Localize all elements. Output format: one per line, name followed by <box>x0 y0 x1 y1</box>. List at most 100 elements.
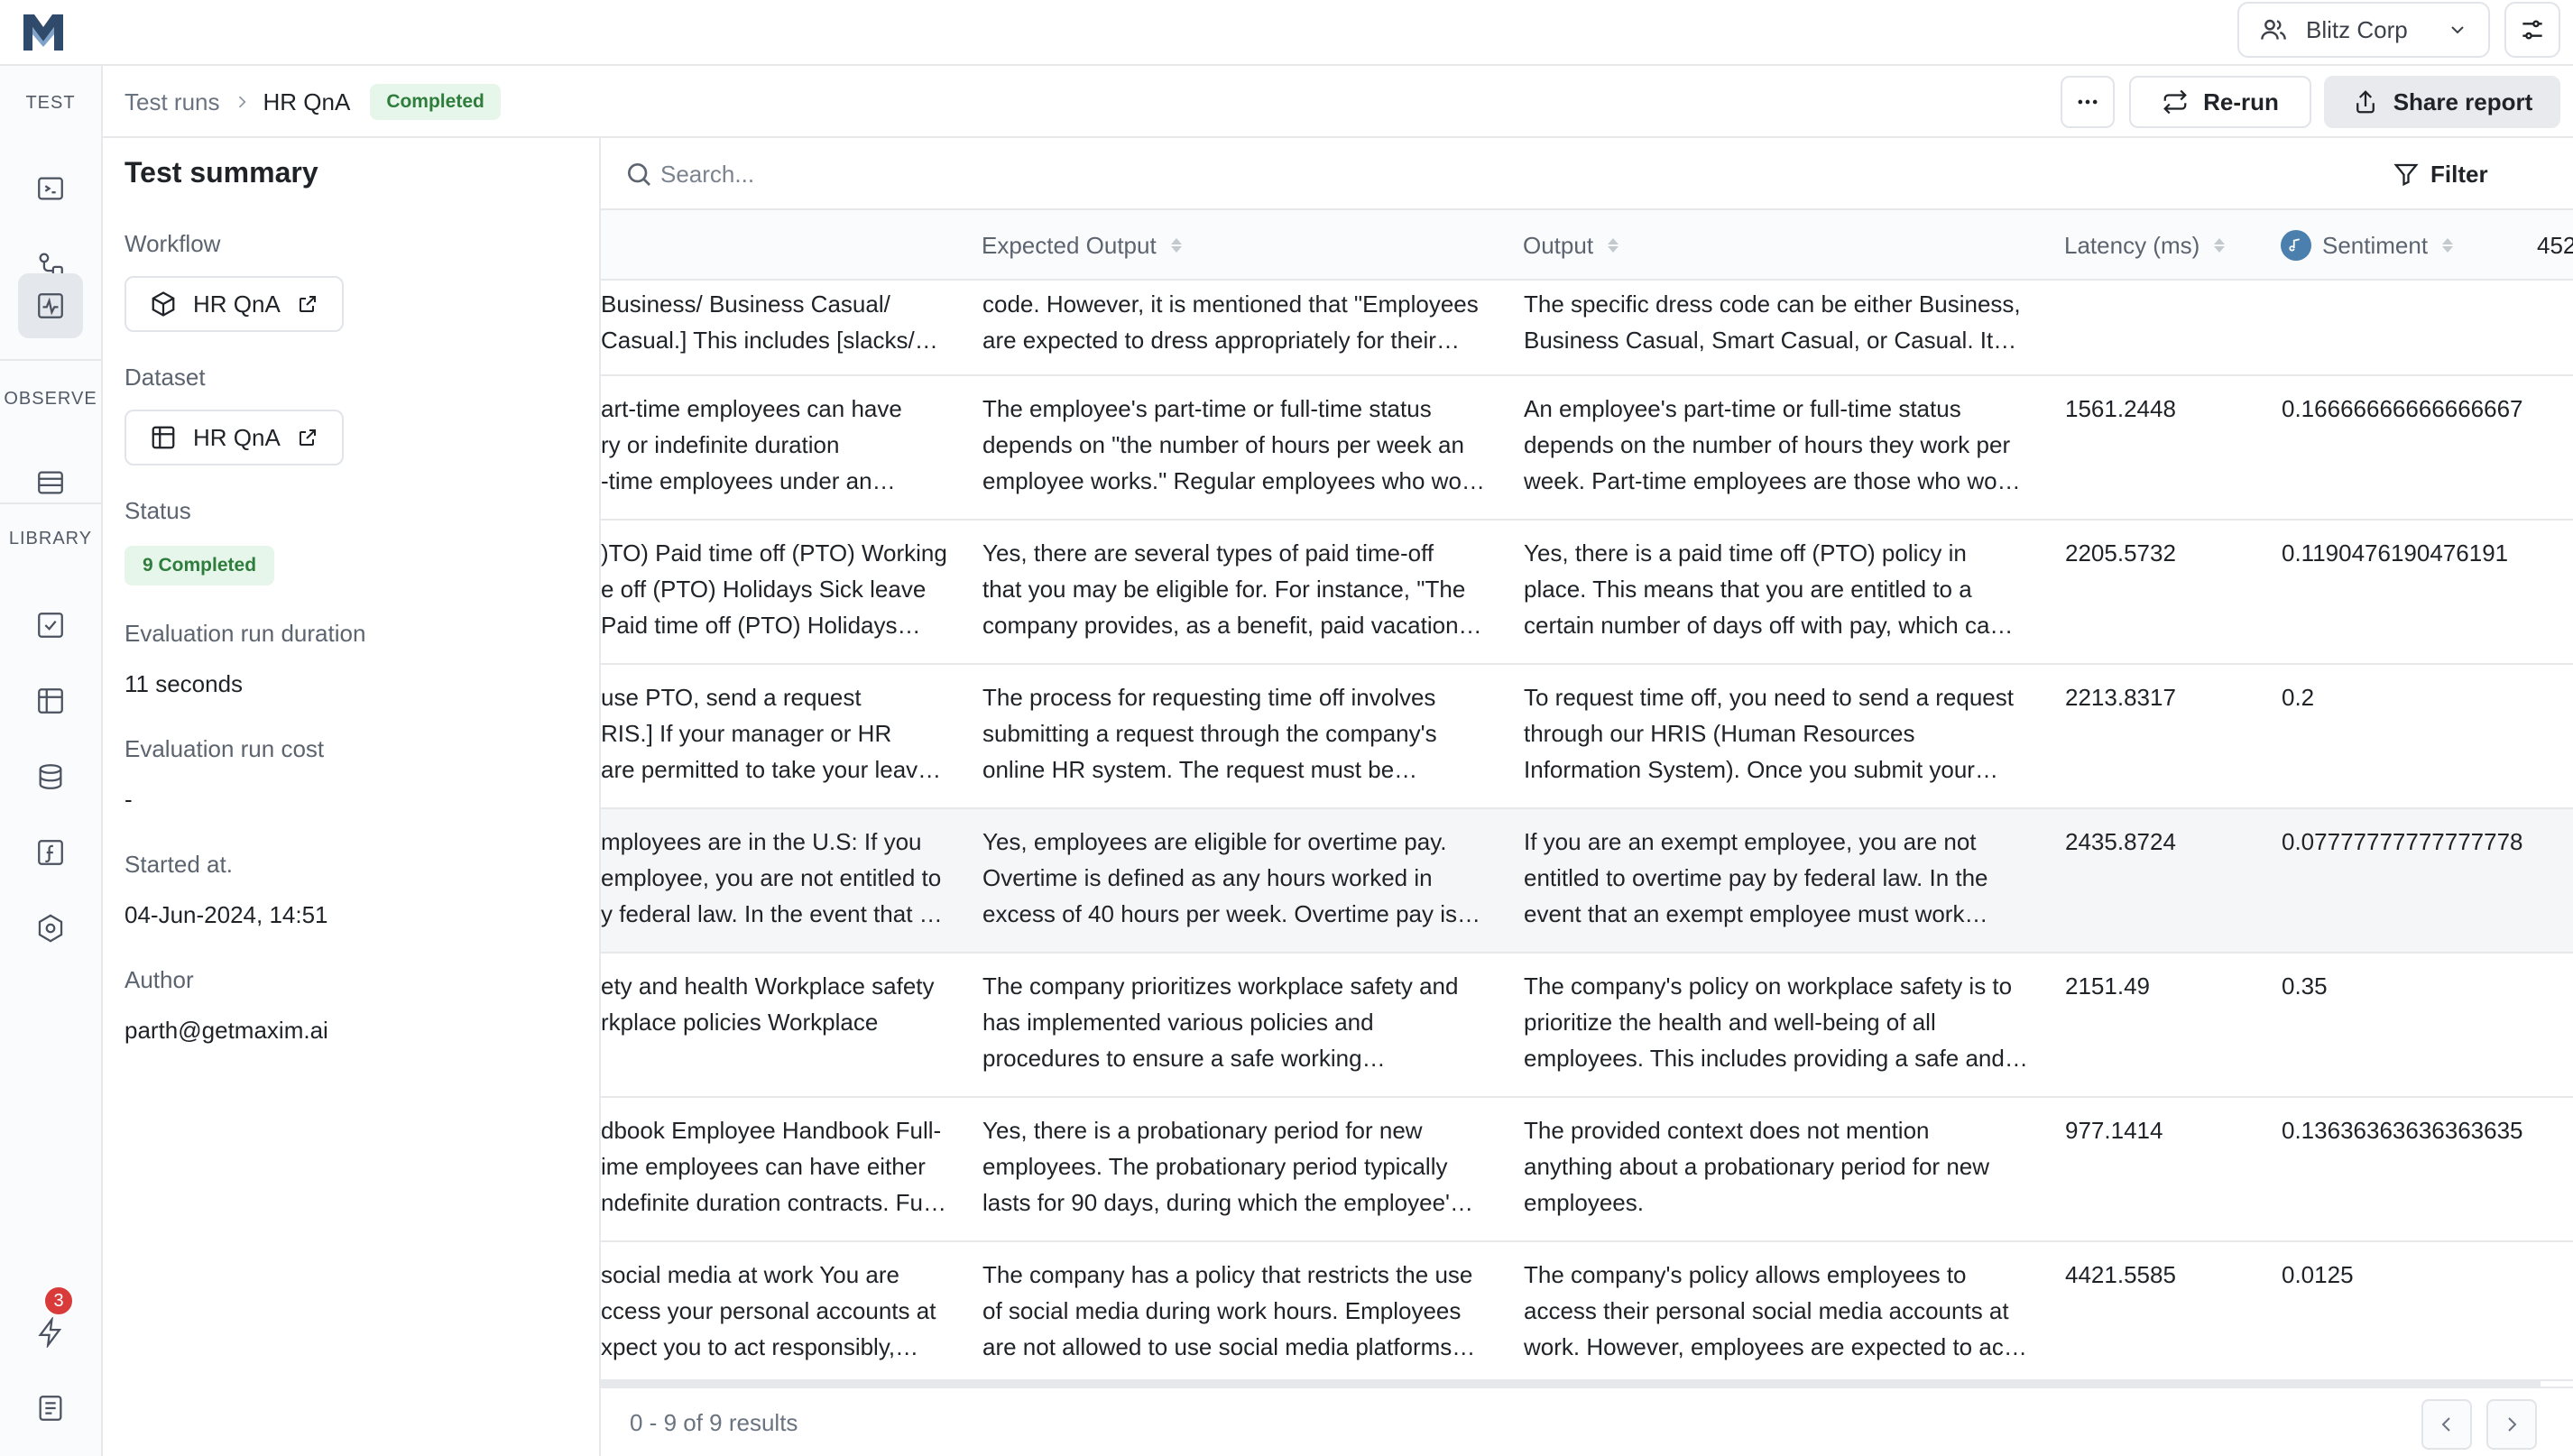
output-cell: The company's policy allows employees to… <box>1524 1257 2056 1365</box>
external-link-icon <box>299 429 316 446</box>
column-header-output[interactable]: Output <box>1523 210 1619 281</box>
workflow-link[interactable]: HR QnA <box>124 276 344 332</box>
sentiment-cell: 0.1190476190476191 <box>2282 539 2509 567</box>
cell-line: The company has a policy that restricts … <box>982 1261 1473 1288</box>
checkbox-icon <box>38 613 63 638</box>
output-cell: The specific dress code can be either Bu… <box>1524 286 2056 358</box>
org-name: Blitz Corp <box>2306 15 2408 43</box>
table-icon <box>152 426 175 449</box>
cell-line: Information System). Once you submit you… <box>1524 756 1998 783</box>
cell-line: are not allowed to use social media plat… <box>982 1333 1476 1360</box>
cell-line: anything about a probationary period for… <box>1524 1153 1990 1180</box>
sentiment-cell: 0.35 <box>2282 972 2328 1000</box>
dataset-link[interactable]: HR QnA <box>124 410 344 465</box>
cell-line: social media at work You are <box>601 1261 899 1288</box>
maxim-logo[interactable] <box>18 7 69 58</box>
filter-button[interactable]: Filter <box>2393 149 2488 199</box>
sentiment-cell: 0.0125 <box>2282 1261 2354 1288</box>
status-badge: Completed <box>370 84 501 120</box>
external-link-icon <box>299 296 316 312</box>
table-row[interactable]: Business/ Business Casual/Casual.] This … <box>601 281 2573 376</box>
table-row[interactable]: use PTO, send a request RIS.] If your man… <box>601 665 2573 809</box>
cell-line: Overtime is defined as any hours worked … <box>982 864 1433 891</box>
nav-item-toolkits[interactable] <box>18 896 83 961</box>
nav-item-docs[interactable] <box>18 1376 83 1441</box>
duration-value: 11 seconds <box>124 670 244 697</box>
summary-title: Test summary <box>124 156 318 189</box>
cell-line: submitting a request through the company… <box>982 720 1437 747</box>
nav-item-evaluators[interactable] <box>18 593 83 658</box>
nav-item-context-sources[interactable] <box>18 744 83 809</box>
table-row[interactable]: )TO) Paid time off (PTO) Working e off (P… <box>601 521 2573 665</box>
cost-value: - <box>124 786 133 813</box>
latency-cell: 977.1414 <box>2065 1117 2163 1144</box>
table-row[interactable]: art-time employees can have ry or indefin… <box>601 376 2573 521</box>
column-header-latency[interactable]: Latency (ms) <box>2064 210 2226 281</box>
sentiment-cell: 0.13636363636363635 <box>2282 1117 2523 1144</box>
top-bar: Blitz Corp <box>0 0 2573 66</box>
preferences-button[interactable] <box>2504 2 2560 58</box>
cell-line: that you may be eligible for. For instan… <box>982 576 1466 603</box>
cell-line: has implemented various policies and <box>982 1009 1374 1036</box>
table-row[interactable]: social media at work You are ccess your p… <box>601 1242 2573 1381</box>
started-label: Started at. <box>124 851 233 878</box>
more-button[interactable] <box>2061 76 2115 128</box>
cell-line: The company prioritizes workplace safety… <box>982 972 1459 1000</box>
cell-line: depends on "the number of hours per week… <box>982 431 1464 458</box>
cell-line: art-time employees can have <box>601 395 902 422</box>
status-value-badge: 9 Completed <box>124 546 275 585</box>
cell-line: event that an exempt employee must work… <box>1524 900 1988 927</box>
table-row[interactable]: ety and health Workplace safety rkplace p… <box>601 954 2573 1098</box>
previous-page-button[interactable] <box>2421 1399 2472 1450</box>
cell-line: Business Casual, Smart Casual, or Casual… <box>1524 327 2017 354</box>
expected-output-cell: The employee's part-time or full-time st… <box>982 391 1515 499</box>
duration-label: Evaluation run duration <box>124 620 366 647</box>
share-report-label: Share report <box>2393 88 2533 115</box>
hexagon-icon <box>38 914 63 943</box>
column-header-sentiment[interactable]: Sentiment <box>2281 210 2454 281</box>
sentiment-cell: 0.16666666666666667 <box>2282 395 2523 422</box>
cell-line: Yes, there is a paid time off (PTO) poli… <box>1524 539 1967 567</box>
output-cell: The provided context does not mention any… <box>1524 1112 2056 1221</box>
cell-line: are expected to dress appropriately for … <box>982 327 1460 354</box>
column-header-label: Expected Output <box>982 231 1157 259</box>
nav-item-test-runs[interactable] <box>18 273 83 338</box>
table-row[interactable]: dbook Employee Handbook Full-ime employe… <box>601 1098 2573 1242</box>
next-page-button[interactable] <box>2486 1399 2537 1450</box>
search-input[interactable] <box>660 154 1833 194</box>
cell-line: employees. The probationary period typic… <box>982 1153 1448 1180</box>
dataset-label: Dataset <box>124 364 206 391</box>
cell-line: employees. <box>1524 1189 1644 1216</box>
nav-item-prompts[interactable] <box>18 156 83 221</box>
rerun-button[interactable]: Re-run <box>2129 76 2311 128</box>
cell-line: entitled to overtime pay by federal law.… <box>1524 864 1988 891</box>
document-icon <box>39 1396 62 1421</box>
users-icon <box>2261 19 2286 40</box>
nav-section-library: LIBRARY <box>8 529 93 548</box>
nav-item-datasets[interactable] <box>18 668 83 733</box>
cell-line: company provides, as a benefit, paid vac… <box>982 612 1482 639</box>
cell-line: depends on the number of hours they work… <box>1524 431 2011 458</box>
cell-line: xpect you to act responsibly,… <box>601 1333 919 1360</box>
search-icon <box>628 163 650 186</box>
nav-item-logs[interactable] <box>18 450 83 515</box>
cell-line: ccess your personal accounts at <box>601 1297 936 1324</box>
terminal-icon <box>38 177 63 200</box>
nav-item-functions[interactable] <box>18 820 83 885</box>
test-summary-panel: Test summary Workflow HR QnA Dataset HR … <box>103 138 601 1456</box>
cell-line: employee, you are not entitled to <box>601 864 942 891</box>
table-row[interactable]: mployees are in the U.S: If you employee,… <box>601 809 2573 954</box>
cell-line: procedures to ensure a safe working… <box>982 1045 1386 1072</box>
sentiment-cell: 0.2 <box>2282 684 2315 711</box>
results-count: 0 - 9 of 9 results <box>630 1409 798 1436</box>
org-switcher[interactable]: Blitz Corp <box>2237 2 2490 58</box>
share-report-button[interactable]: Share report <box>2324 76 2560 128</box>
table-footer: 0 - 9 of 9 results <box>601 1387 2573 1456</box>
chevron-right-icon <box>2508 1417 2517 1432</box>
cell-line: y federal law. In the event that … <box>601 900 943 927</box>
cell-line: through our HRIS (Human Resources <box>1524 720 1915 747</box>
cell-line: Yes, employees are eligible for overtime… <box>982 828 1447 855</box>
breadcrumb-test-runs[interactable]: Test runs <box>124 88 220 116</box>
cell-line: Casual.] This includes [slacks/… <box>601 327 938 354</box>
column-header-expected-output[interactable]: Expected Output <box>982 210 1182 281</box>
